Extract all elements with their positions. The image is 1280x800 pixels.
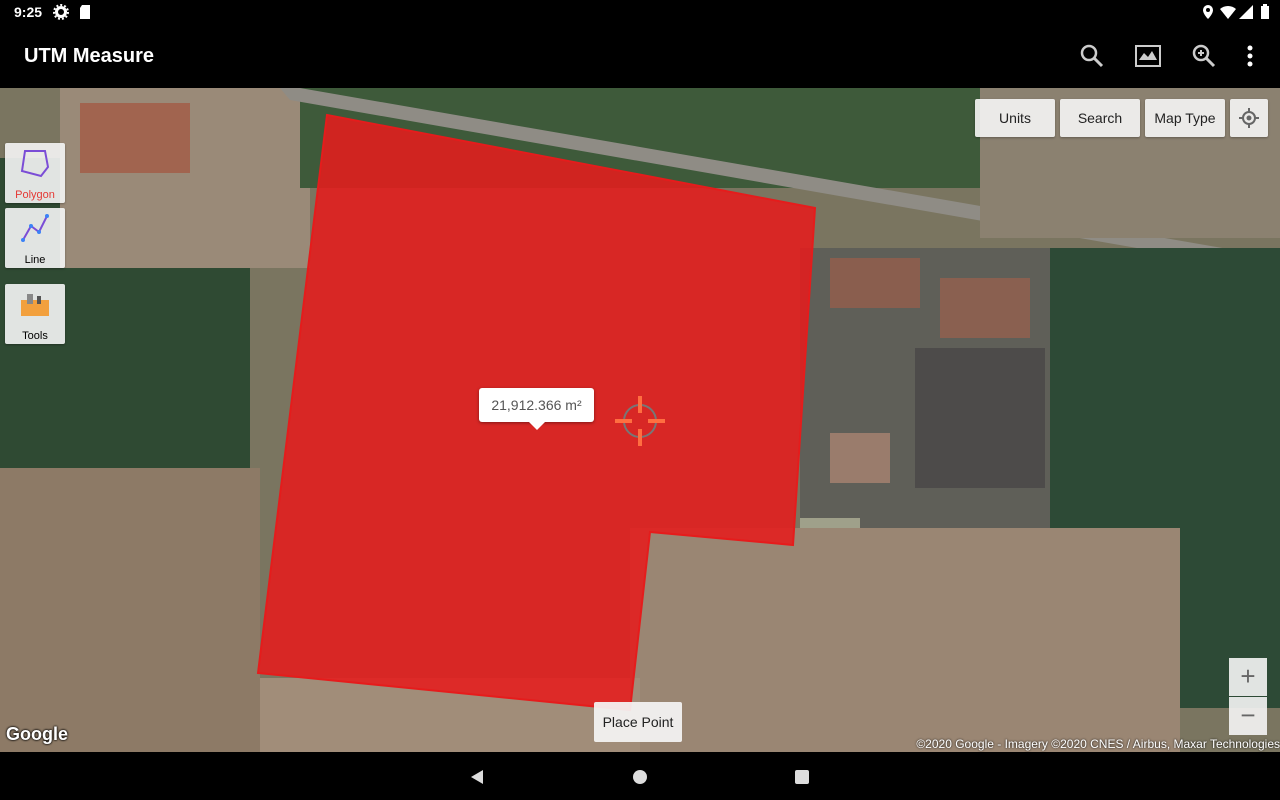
wifi-icon <box>1220 5 1236 19</box>
back-icon[interactable] <box>468 768 486 786</box>
tools-label: Tools <box>22 330 48 342</box>
my-location-button[interactable] <box>1230 99 1268 137</box>
tools-button[interactable]: Tools <box>5 284 65 344</box>
app-bar: UTM Measure <box>0 24 1280 88</box>
search-icon[interactable] <box>1078 42 1106 70</box>
app-title: UTM Measure <box>24 45 155 67</box>
settings-icon <box>53 4 69 20</box>
google-logo: Google <box>6 724 68 744</box>
polygon-icon <box>20 150 50 178</box>
status-bar: 9:25 <box>0 0 1280 24</box>
status-time: 9:25 <box>14 4 43 20</box>
sd-card-icon <box>80 5 90 19</box>
line-tool-button[interactable]: Line <box>5 208 65 268</box>
map-view[interactable]: Polygon Line Tools Units Search Map Type… <box>0 88 1280 752</box>
place-point-button[interactable]: Place Point <box>594 702 682 742</box>
area-measurement-label: 21,912.366 m² <box>479 388 594 430</box>
polygon-tool-label: Polygon <box>15 189 55 201</box>
map-layers-icon[interactable] <box>1134 42 1162 70</box>
zoom-search-icon[interactable] <box>1190 42 1218 70</box>
map-type-button[interactable]: Map Type <box>1145 99 1225 137</box>
signal-icon <box>1239 5 1253 19</box>
zoom-in-button[interactable]: + <box>1229 658 1267 696</box>
toolbox-icon <box>21 294 49 316</box>
search-button[interactable]: Search <box>1060 99 1140 137</box>
line-tool-label: Line <box>24 254 46 266</box>
system-nav-bar <box>0 752 1280 800</box>
map-attribution: ©2020 Google - Imagery ©2020 CNES / Airb… <box>916 737 1280 751</box>
units-button[interactable]: Units <box>975 99 1055 137</box>
polygon-tool-button[interactable]: Polygon <box>5 143 65 203</box>
home-icon[interactable] <box>631 768 649 786</box>
more-vert-icon[interactable] <box>1236 42 1264 70</box>
location-icon <box>1203 5 1213 19</box>
my-location-icon <box>1239 108 1259 128</box>
zoom-out-button[interactable]: − <box>1229 697 1267 735</box>
recents-icon[interactable] <box>793 768 811 786</box>
battery-icon <box>1261 4 1269 19</box>
line-icon <box>21 214 49 242</box>
crosshair-icon <box>615 396 665 446</box>
